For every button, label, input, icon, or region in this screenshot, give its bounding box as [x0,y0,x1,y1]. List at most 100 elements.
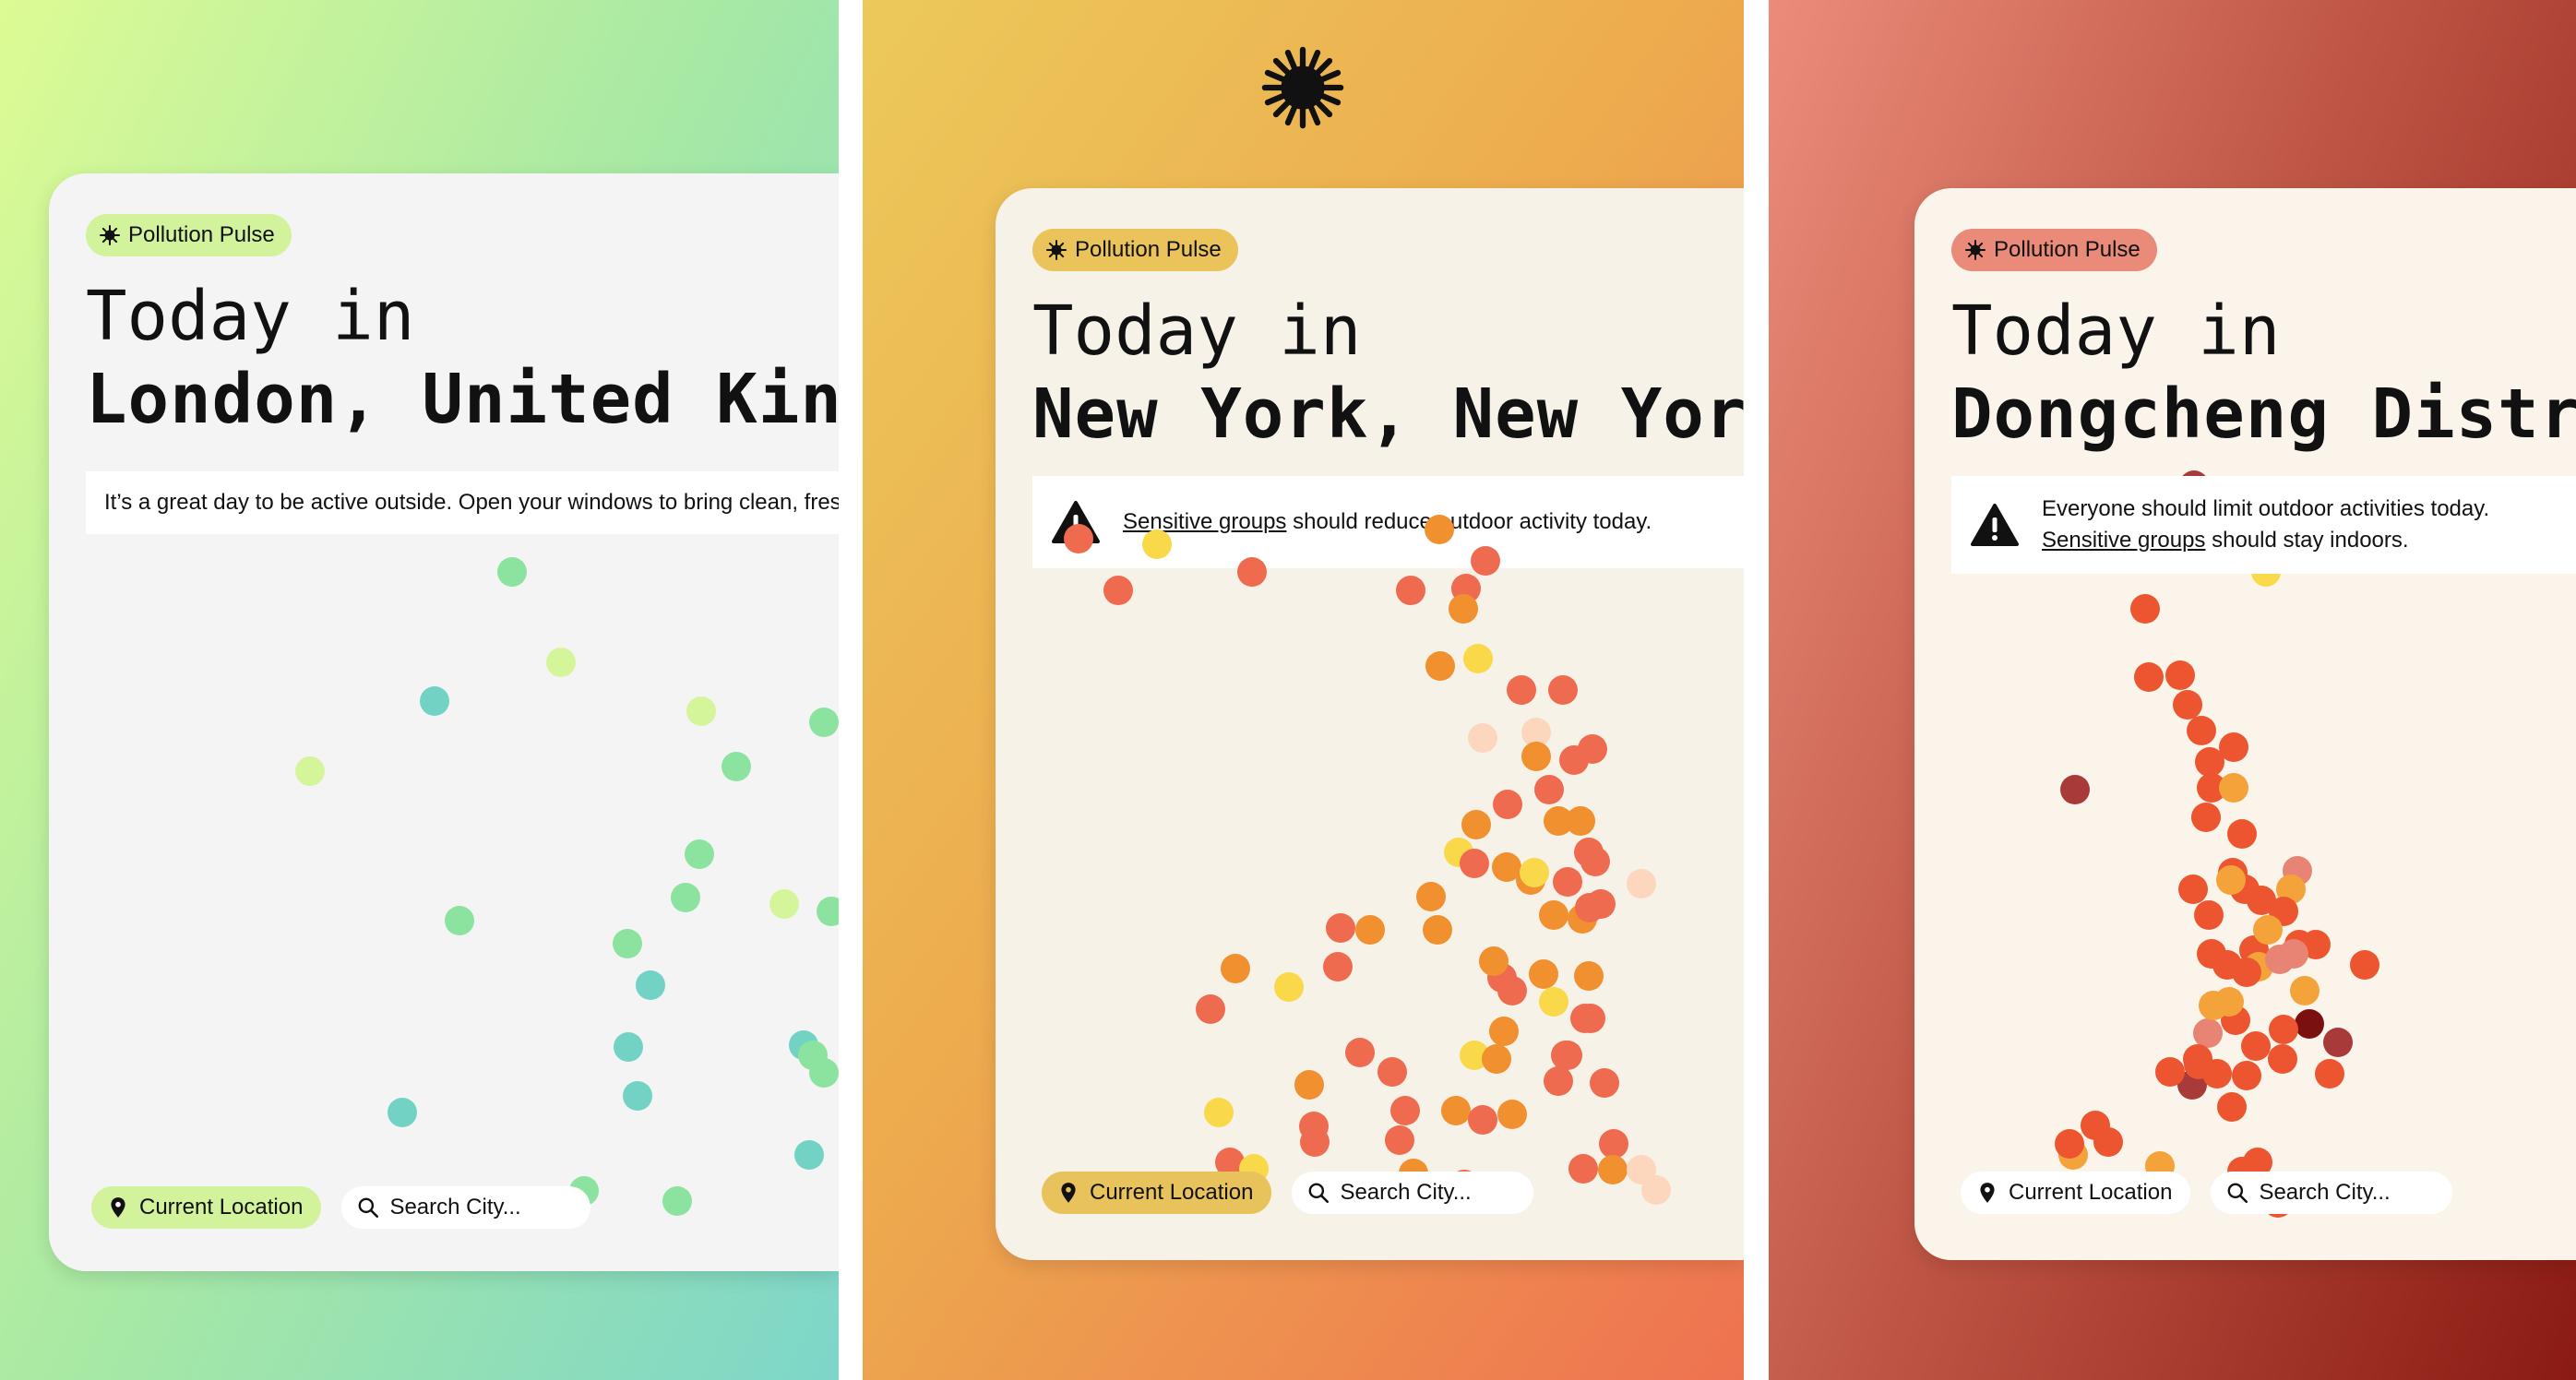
pollution-particle [1461,810,1491,839]
current-location-label: Current Location [1090,1180,1254,1205]
pollution-particle [1468,1105,1497,1135]
location-pin-icon [111,1197,125,1218]
pollution-particle [1551,1041,1580,1070]
pollution-particle [2191,803,2221,832]
pollution-particle [1345,1038,1375,1067]
pollution-particle [2227,819,2257,849]
sensitive-groups-link[interactable]: Sensitive groups [2042,528,2205,553]
city-name: Dongcheng District [1951,375,2576,454]
search-icon [2228,1183,2248,1204]
advice-text: Everyone should limit outdoor activities… [2042,496,2490,553]
pollution-particle [1568,904,1597,934]
pollution-particle [1553,867,1582,897]
pollution-particle [2197,773,2226,803]
pollution-particle [1627,1155,1656,1184]
city-name: New York, New York [1032,375,1744,454]
pollution-particle [1578,734,1607,764]
current-location-label: Current Location [139,1195,304,1219]
pollution-particle [798,1041,828,1070]
search-icon [1309,1183,1330,1204]
pollution-particle [1396,576,1425,605]
panel-london: Pollution Pulse Today in London, United … [0,0,839,1380]
title-prefix: Today in [86,277,415,356]
advice-message: It’s a great day to be active outside. O… [86,471,839,534]
pollution-particle [1516,865,1545,895]
title-prefix: Today in [1951,291,2281,371]
pollution-particle [2244,952,2273,981]
pollution-particle [2130,594,2160,624]
pollution-particle [2058,1140,2088,1170]
pollution-particle [2155,1057,2185,1087]
pollution-particle [1568,1154,1598,1184]
pollution-particle [789,1030,818,1060]
page-title: Today in Dongcheng District [1951,290,2576,456]
pollution-particle [1576,1004,1605,1033]
pollution-particle [1444,838,1473,867]
pollution-particle [671,883,700,912]
pollution-particle [2060,775,2090,804]
pollution-particle [1479,946,1509,976]
pollution-particle [1586,889,1616,919]
brand-label: Pollution Pulse [128,222,275,247]
pollution-particle [2276,874,2306,904]
search-input[interactable] [389,1195,566,1220]
pollution-particle [2081,1111,2110,1140]
air-quality-card: Pollution Pulse Today in London, United … [49,173,839,1271]
pollution-particle [1385,1125,1414,1155]
city-search[interactable] [1292,1172,1534,1214]
search-input[interactable] [2259,1180,2435,1206]
city-search[interactable] [2211,1172,2453,1214]
brand-badge: Pollution Pulse [1032,229,1238,271]
pollution-particle [2093,1127,2123,1157]
location-pin-icon [1980,1183,1995,1203]
advice-text: It’s a great day to be active outside. O… [104,490,839,515]
pollution-particle [2177,1070,2207,1100]
pollution-particle [546,648,576,677]
pollution-particle [2239,935,2269,965]
pollution-particle [1103,576,1133,605]
city-name: London, United Kingdom [86,360,839,439]
pollution-particle [614,1032,643,1062]
pollution-particle [809,708,839,737]
pollution-particle [1548,675,1578,705]
pollution-particle [686,696,716,726]
sun-icon [1261,46,1344,129]
warning-triangle-icon [1971,504,2019,546]
pollution-particle [685,839,714,869]
current-location-button[interactable]: Current Location [1961,1172,2191,1214]
pollution-particle [1575,893,1604,922]
pollution-particle [1489,1017,1519,1046]
pollution-particle [2217,1092,2247,1122]
pollution-particle [2187,716,2216,745]
pollution-particle [2269,897,2298,926]
pollution-particle [2290,976,2320,1005]
city-search[interactable] [341,1186,591,1229]
pollution-particle [1544,1066,1573,1096]
pollution-particle [1204,1098,1234,1127]
current-location-button[interactable]: Current Location [91,1186,322,1229]
pollution-particle [1599,1129,1628,1159]
title-prefix: Today in [1032,291,1362,371]
pollution-particle [2178,874,2208,904]
search-input[interactable] [1340,1180,1516,1206]
pollution-particle [809,1058,839,1088]
pollution-particle [2221,1005,2250,1035]
pollution-particle [2230,874,2260,904]
pollution-particle [1539,900,1568,930]
pollution-particle [794,1140,824,1170]
panel-dongcheng: Pollution Pulse Today in Dongcheng Distr… [1769,0,2576,1380]
pollution-particle [1520,858,1549,887]
warning-triangle-icon [1052,501,1100,543]
pollution-particle [1574,838,1604,867]
pollution-particle [2218,858,2248,887]
pollution-particle [1529,959,1558,989]
current-location-button[interactable]: Current Location [1042,1172,1272,1214]
pollution-particle [1423,915,1452,945]
advice-message: Sensitive groups should reduce outdoor a… [1032,476,1744,568]
pollution-particle [1377,1057,1407,1087]
pollution-particle [1441,1096,1471,1125]
sensitive-groups-link[interactable]: Sensitive groups [1123,509,1286,534]
pollution-particle [1390,1096,1420,1125]
pollution-particle [1559,745,1589,775]
pollution-particle [1460,849,1489,878]
